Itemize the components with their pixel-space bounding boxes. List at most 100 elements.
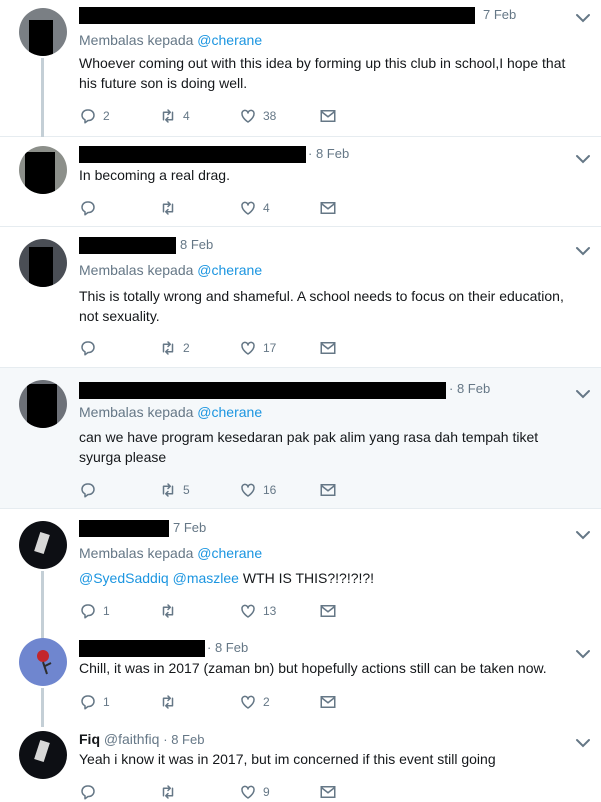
avatar[interactable] [19, 638, 67, 686]
avatar[interactable] [19, 521, 67, 569]
reply-to: Membalas kepada @cherane [79, 545, 262, 561]
reply-button[interactable] [79, 481, 159, 499]
thread-line [41, 688, 44, 727]
dm-button[interactable] [319, 199, 399, 217]
retweet-button[interactable]: 5 [159, 481, 239, 499]
name-redaction [79, 145, 306, 163]
tweet-header: Fiq @faithfiq · 8 Feb [79, 731, 204, 749]
mention-link[interactable]: @cherane [197, 32, 262, 48]
retweet-button[interactable]: 2 [159, 339, 239, 357]
reply-prefix: Membalas kepada [79, 262, 194, 278]
dm-icon [319, 481, 337, 499]
reply-button[interactable]: 1 [79, 693, 159, 711]
reply-prefix: Membalas kepada [79, 545, 194, 561]
avatar-redaction [29, 20, 53, 56]
timestamp[interactable]: · 8 Feb [449, 381, 490, 396]
timestamp[interactable]: 7 Feb [173, 520, 206, 535]
like-count: 17 [263, 341, 277, 355]
retweet-count: 4 [183, 109, 190, 123]
dm-button[interactable] [319, 783, 399, 801]
tweet-3[interactable]: 8 Feb Membalas kepada @cherane This is t… [0, 227, 601, 368]
like-button[interactable]: 4 [239, 199, 319, 217]
tweet-6[interactable]: · 8 Feb Chill, it was in 2017 (zaman bn)… [0, 632, 601, 727]
reply-button[interactable]: 2 [79, 107, 159, 125]
tweet-actions: 9 [79, 782, 399, 802]
retweet-button[interactable] [159, 199, 239, 217]
like-button[interactable]: 9 [239, 783, 319, 801]
timestamp[interactable]: 8 Feb [180, 237, 213, 252]
thread-line [41, 58, 44, 137]
like-icon [239, 783, 257, 801]
reply-prefix: Membalas kepada [79, 32, 194, 48]
mention-link[interactable]: @cherane [197, 545, 262, 561]
timestamp[interactable]: · 8 Feb [308, 146, 349, 161]
dm-button[interactable] [319, 481, 399, 499]
retweet-button[interactable] [159, 783, 239, 801]
tweet-header [79, 236, 176, 254]
reply-count: 2 [103, 109, 110, 123]
avatar[interactable] [19, 380, 67, 428]
tweet-5[interactable]: 7 Feb Membalas kepada @cherane @SyedSadd… [0, 509, 601, 641]
mention-link[interactable]: @maszlee [173, 570, 239, 586]
retweet-button[interactable] [159, 693, 239, 711]
like-icon [239, 339, 257, 357]
avatar-figure [34, 739, 50, 763]
retweet-icon [159, 693, 177, 711]
reply-button[interactable] [79, 339, 159, 357]
name-redaction [79, 236, 176, 254]
retweet-button[interactable] [159, 602, 239, 620]
timestamp[interactable]: 7 Feb [483, 7, 516, 22]
dm-button[interactable] [319, 602, 399, 620]
chevron-down-icon[interactable] [575, 245, 591, 257]
thread-line [41, 571, 44, 641]
reply-icon [79, 481, 97, 499]
chevron-down-icon[interactable] [575, 12, 591, 24]
reply-button[interactable]: 1 [79, 602, 159, 620]
dm-button[interactable] [319, 339, 399, 357]
timestamp[interactable]: · 8 Feb [207, 640, 248, 655]
reply-prefix: Membalas kepada [79, 404, 194, 420]
tweet-text: In becoming a real drag. [79, 167, 230, 183]
like-button[interactable]: 16 [239, 481, 319, 499]
avatar[interactable] [19, 146, 67, 194]
tweet-actions: 1 13 [79, 601, 399, 621]
like-button[interactable]: 2 [239, 693, 319, 711]
reply-count: 1 [103, 695, 110, 709]
retweet-icon [159, 783, 177, 801]
avatar[interactable] [19, 8, 67, 56]
user-handle[interactable]: @faithfiq [104, 731, 159, 747]
timestamp[interactable]: · 8 Feb [163, 732, 204, 747]
chevron-down-icon[interactable] [575, 153, 591, 165]
dm-icon [319, 339, 337, 357]
tweet-text: This is totally wrong and shameful. A sc… [79, 288, 564, 324]
retweet-button[interactable]: 4 [159, 107, 239, 125]
tweet-2[interactable]: · 8 Feb In becoming a real drag. 4 [0, 137, 601, 227]
dm-button[interactable] [319, 107, 399, 125]
tweet-header [79, 639, 205, 657]
dm-icon [319, 199, 337, 217]
like-button[interactable]: 13 [239, 602, 319, 620]
tweet-text: Chill, it was in 2017 (zaman bn) but hop… [79, 660, 547, 676]
display-name[interactable]: Fiq [79, 731, 100, 747]
reply-button[interactable] [79, 199, 159, 217]
reply-icon [79, 783, 97, 801]
reply-button[interactable] [79, 783, 159, 801]
chevron-down-icon[interactable] [575, 737, 591, 749]
mention-link[interactable]: @cherane [197, 404, 262, 420]
tweet-7[interactable]: Fiq @faithfiq · 8 Feb Yeah i know it was… [0, 727, 601, 800]
chevron-down-icon[interactable] [575, 388, 591, 400]
like-button[interactable]: 38 [239, 107, 319, 125]
like-count: 16 [263, 483, 277, 497]
avatar[interactable] [19, 731, 67, 779]
like-icon [239, 481, 257, 499]
dm-button[interactable] [319, 693, 399, 711]
dm-icon [319, 783, 337, 801]
tweet-4[interactable]: · 8 Feb Membalas kepada @cherane can we … [0, 368, 601, 509]
like-count: 38 [263, 109, 277, 123]
mention-link[interactable]: @SyedSaddiq [79, 570, 169, 586]
chevron-down-icon[interactable] [575, 529, 591, 541]
like-button[interactable]: 17 [239, 339, 319, 357]
tweet-1[interactable]: 7 Feb Membalas kepada @cherane Whoever c… [0, 0, 601, 137]
mention-link[interactable]: @cherane [197, 262, 262, 278]
avatar[interactable] [19, 239, 67, 287]
